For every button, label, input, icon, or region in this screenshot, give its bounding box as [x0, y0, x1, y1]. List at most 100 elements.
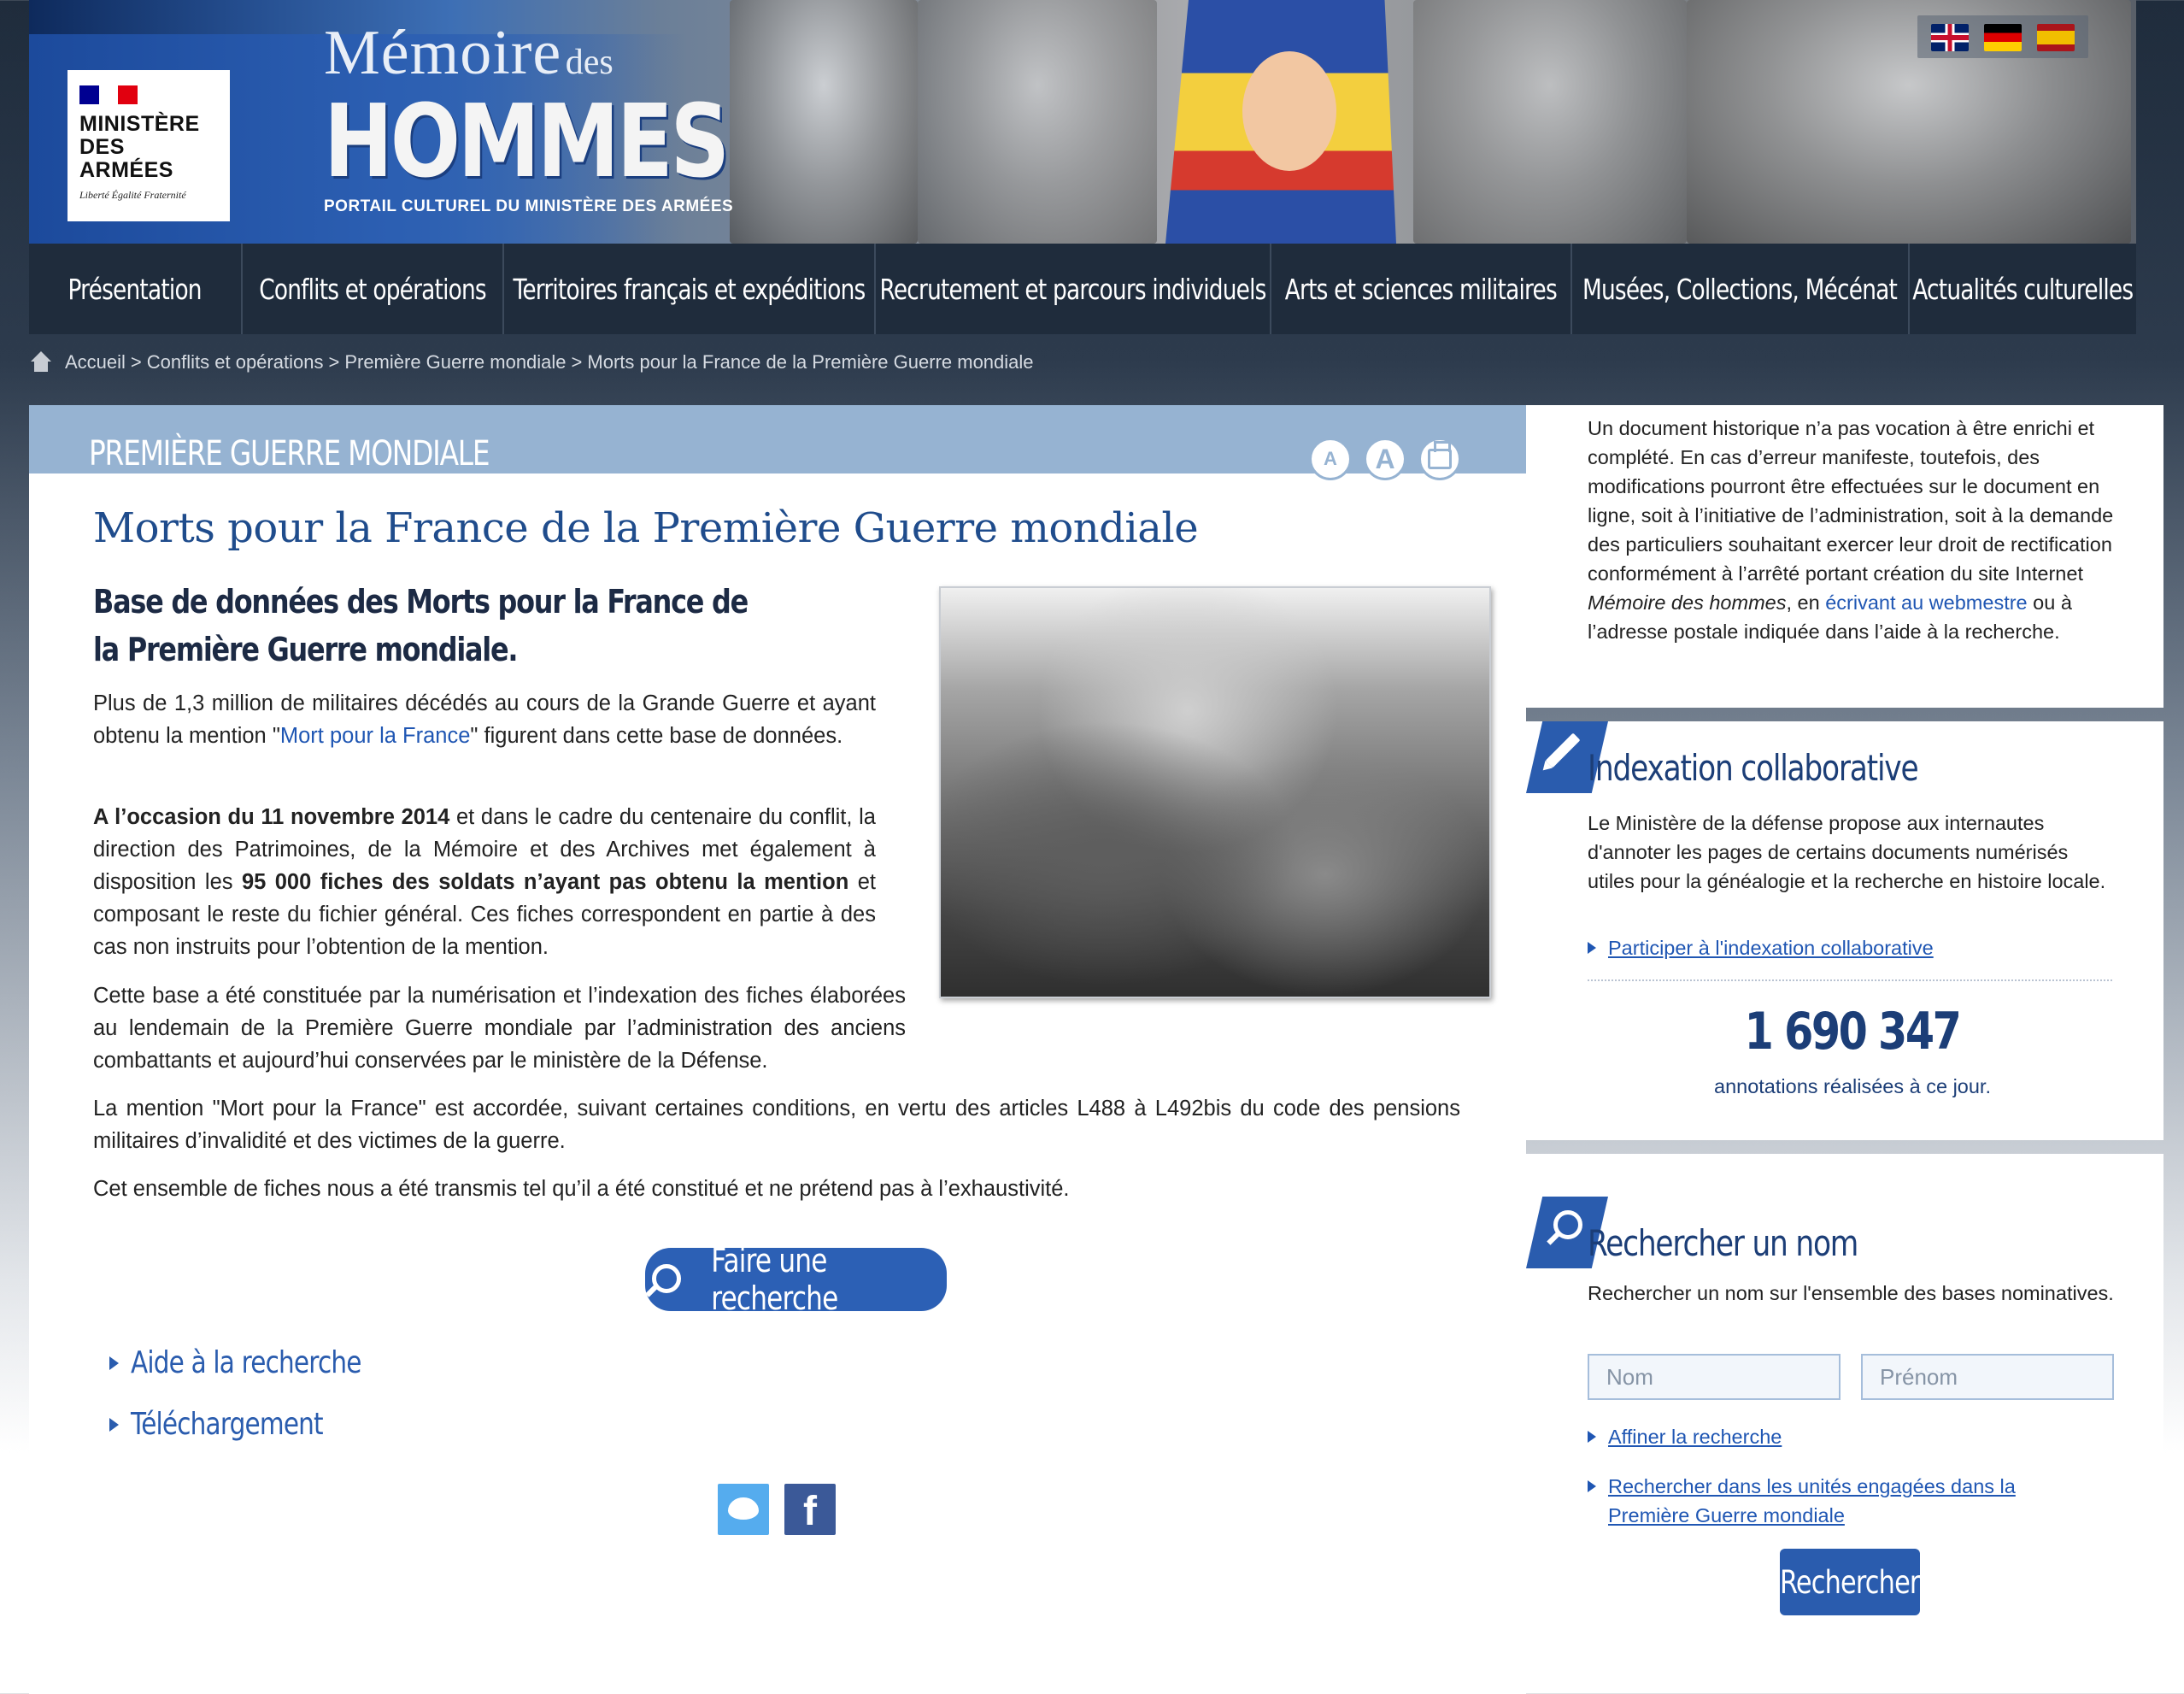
help-link[interactable]: Aide à la recherche: [109, 1345, 412, 1380]
breadcrumb-separator: >: [328, 351, 340, 373]
notice-text: Un document historique n’a pas vocation …: [1588, 417, 2114, 585]
mort-pour-la-france-link[interactable]: Mort pour la France: [280, 724, 471, 748]
annotation-count: 1 690 347: [1588, 1002, 2117, 1062]
section-title: PREMIÈRE GUERRE MONDIALE: [89, 434, 490, 473]
nav-item-musees[interactable]: Musées, Collections, Mécénat: [1572, 244, 1910, 334]
twitter-icon: [728, 1497, 759, 1520]
nav-item-recrutement[interactable]: Recrutement et parcours individuels: [876, 244, 1271, 334]
sidebar-notice-text: Un document historique n’a pas vocation …: [1588, 414, 2117, 646]
uk-flag-icon[interactable]: [1931, 24, 1969, 51]
printer-icon: [1428, 441, 1452, 469]
name-search-title: Rechercher un nom: [1588, 1222, 1858, 1264]
site-title-des: des: [565, 43, 614, 82]
download-link[interactable]: Téléchargement: [109, 1407, 365, 1442]
paragraph-mention: La mention "Mort pour la France" est acc…: [93, 1097, 1460, 1153]
banner-photo-letter-2: [1413, 0, 1687, 244]
page-tools: A A: [1309, 438, 1461, 480]
breadcrumb-separator: >: [130, 351, 142, 373]
triangle-right-icon: [109, 1417, 119, 1432]
triangle-right-icon: [109, 1356, 119, 1370]
site-banner: MINISTÈRE DES ARMÉES Liberté Égalité Fra…: [29, 0, 2136, 244]
home-icon[interactable]: [29, 351, 53, 374]
spain-flag-icon[interactable]: [2037, 24, 2075, 51]
nav-item-label: Conflits et opérations: [259, 272, 486, 306]
refine-search-label: Affiner la recherche: [1608, 1426, 1782, 1448]
print-button[interactable]: [1418, 438, 1461, 480]
units-search-link[interactable]: Rechercher dans les unités engagées dans…: [1588, 1472, 2066, 1530]
paragraph-constitution: Cette base a été constituée par la numér…: [93, 984, 906, 1073]
section-header: PREMIÈRE GUERRE MONDIALE A A: [29, 405, 1526, 480]
nav-item-actualites[interactable]: Actualités culturelles: [1910, 244, 2136, 334]
indexation-title: Indexation collaborative: [1588, 747, 1919, 789]
download-link-label: Téléchargement: [131, 1407, 324, 1442]
increase-font-button[interactable]: A: [1364, 438, 1406, 480]
triangle-right-icon: [1588, 1480, 1596, 1492]
nav-item-label: Arts et sciences militaires: [1284, 272, 1558, 306]
paragraph-intro: Plus de 1,3 million de militaires décédé…: [93, 687, 876, 752]
search-button-label: Faire une recherche: [711, 1242, 838, 1317]
trench-photo: [939, 586, 1491, 998]
germany-flag-icon[interactable]: [1984, 24, 2022, 51]
paragraph-text: " figurent dans cette base de données.: [470, 724, 843, 748]
notice-italic: Mémoire des hommes: [1588, 591, 1787, 614]
sidebar-notice-block: Un document historique n’a pas vocation …: [1526, 405, 2163, 708]
marianne-flag-icon: [79, 85, 138, 104]
ministry-logo[interactable]: MINISTÈRE DES ARMÉES Liberté Égalité Fra…: [68, 70, 230, 221]
decrease-font-button[interactable]: A: [1309, 438, 1352, 480]
poster-face: [1242, 51, 1336, 171]
name-search-text: Rechercher un nom sur l'ensemble des bas…: [1588, 1282, 2114, 1304]
breadcrumb-separator: >: [571, 351, 583, 373]
nav-item-label: Recrutement et parcours individuels: [879, 272, 1266, 306]
nav-item-label: Territoires français et expéditions: [513, 272, 866, 306]
breadcrumb-conflits[interactable]: Conflits et opérations: [147, 351, 324, 374]
indexation-link[interactable]: Participer à l'indexation collaborative: [1588, 933, 1934, 962]
bold-text: 95 000 fiches des soldats n’ayant pas ob…: [241, 870, 849, 894]
main-nav: Présentation Conflits et opérations Terr…: [29, 244, 2136, 334]
nav-item-label: Actualités culturelles: [1912, 272, 2134, 306]
notice-text: , en: [1786, 591, 1826, 614]
rechercher-button-label: Rechercher: [1780, 1563, 1920, 1601]
prenom-input[interactable]: [1861, 1354, 2114, 1400]
article: Morts pour la France de la Première Guer…: [93, 504, 1494, 998]
page-title: Morts pour la France de la Première Guer…: [93, 504, 1199, 552]
units-search-label: Rechercher dans les unités engagées dans…: [1608, 1475, 2016, 1526]
banner-photo-letter: [918, 0, 1157, 244]
sidebar: Un document historique n’a pas vocation …: [1526, 405, 2163, 1694]
breadcrumb-home[interactable]: Accueil: [65, 351, 126, 374]
rechercher-button[interactable]: Rechercher: [1780, 1549, 1921, 1615]
refine-search-link[interactable]: Affiner la recherche: [1588, 1422, 1782, 1451]
annotation-count-label: annotations réalisées à ce jour.: [1714, 1075, 1991, 1097]
twitter-share-button[interactable]: [718, 1484, 769, 1535]
indexation-block: Indexation collaborative Le Ministère de…: [1526, 721, 2163, 1140]
help-link-label: Aide à la recherche: [131, 1345, 361, 1380]
triangle-right-icon: [1588, 942, 1596, 954]
nav-item-presentation[interactable]: Présentation: [29, 244, 243, 334]
site-title[interactable]: Mémoire des HOMMES PORTAIL CULTUREL DU M…: [324, 17, 816, 216]
webmaster-link[interactable]: écrivant au webmestre: [1825, 591, 2027, 614]
ministry-motto: Liberté Égalité Fraternité: [79, 189, 186, 201]
triangle-right-icon: [1588, 1431, 1596, 1443]
indexation-text: Le Ministère de la défense propose aux i…: [1588, 812, 2106, 892]
bold-text: A l’occasion du 11 novembre 2014: [93, 805, 450, 829]
search-button[interactable]: Faire une recherche: [645, 1242, 947, 1317]
nav-item-arts-sciences[interactable]: Arts et sciences militaires: [1271, 244, 1572, 334]
indexation-link-label: Participer à l'indexation collaborative: [1608, 937, 1934, 959]
nav-item-label: Présentation: [68, 272, 203, 306]
paragraph-occasion: A l’occasion du 11 novembre 2014 et dans…: [93, 801, 876, 963]
site-title-memoire: Mémoire: [324, 18, 562, 88]
nav-item-conflits[interactable]: Conflits et opérations: [243, 244, 504, 334]
search-icon: [645, 1262, 681, 1297]
divider: [1588, 979, 2112, 981]
ministry-name: MINISTÈRE DES ARMÉES: [79, 112, 200, 182]
language-switcher: [1917, 15, 2088, 58]
annotation-count-value: 1 690 347: [1745, 1002, 1962, 1062]
name-search-block: Rechercher un nom Rechercher un nom sur …: [1526, 1154, 2163, 1650]
nom-input[interactable]: [1588, 1354, 1841, 1400]
nav-item-label: Musées, Collections, Mécénat: [1582, 272, 1898, 306]
breadcrumb: Accueil > Conflits et opérations > Premi…: [29, 347, 1034, 378]
article-subtitle: Base de données des Morts pour la France…: [93, 583, 749, 668]
facebook-share-button[interactable]: f: [784, 1484, 836, 1535]
site-title-hommes: HOMMES: [324, 82, 730, 200]
breadcrumb-premiere-guerre[interactable]: Première Guerre mondiale: [344, 351, 566, 374]
nav-item-territoires[interactable]: Territoires français et expéditions: [504, 244, 876, 334]
